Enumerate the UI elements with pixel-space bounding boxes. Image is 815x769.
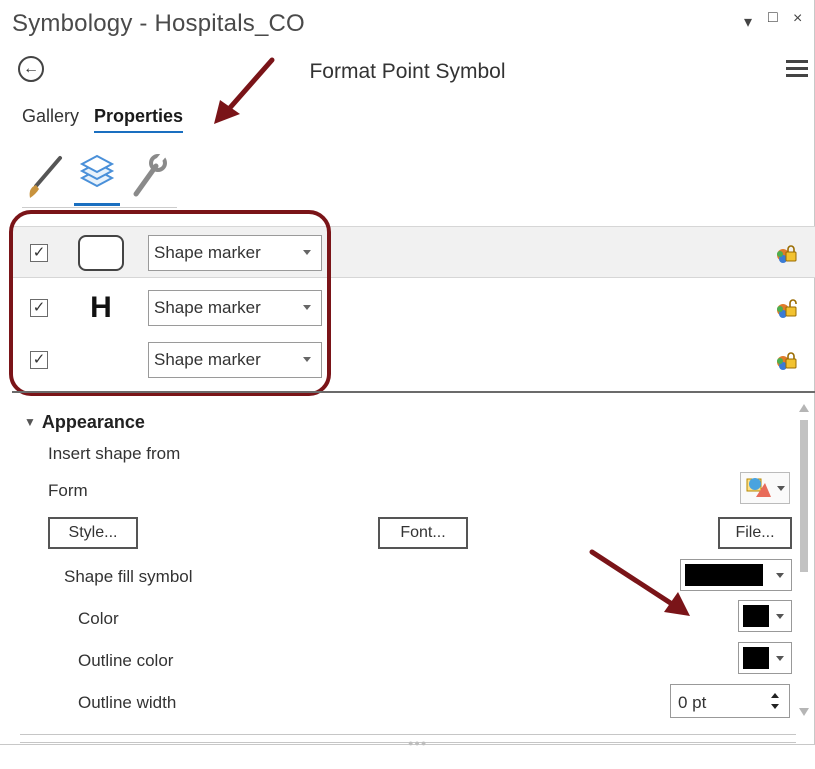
annotation-arrow [225, 57, 275, 113]
annotation-arrows [214, 57, 690, 616]
annotation-arrow [589, 549, 675, 607]
